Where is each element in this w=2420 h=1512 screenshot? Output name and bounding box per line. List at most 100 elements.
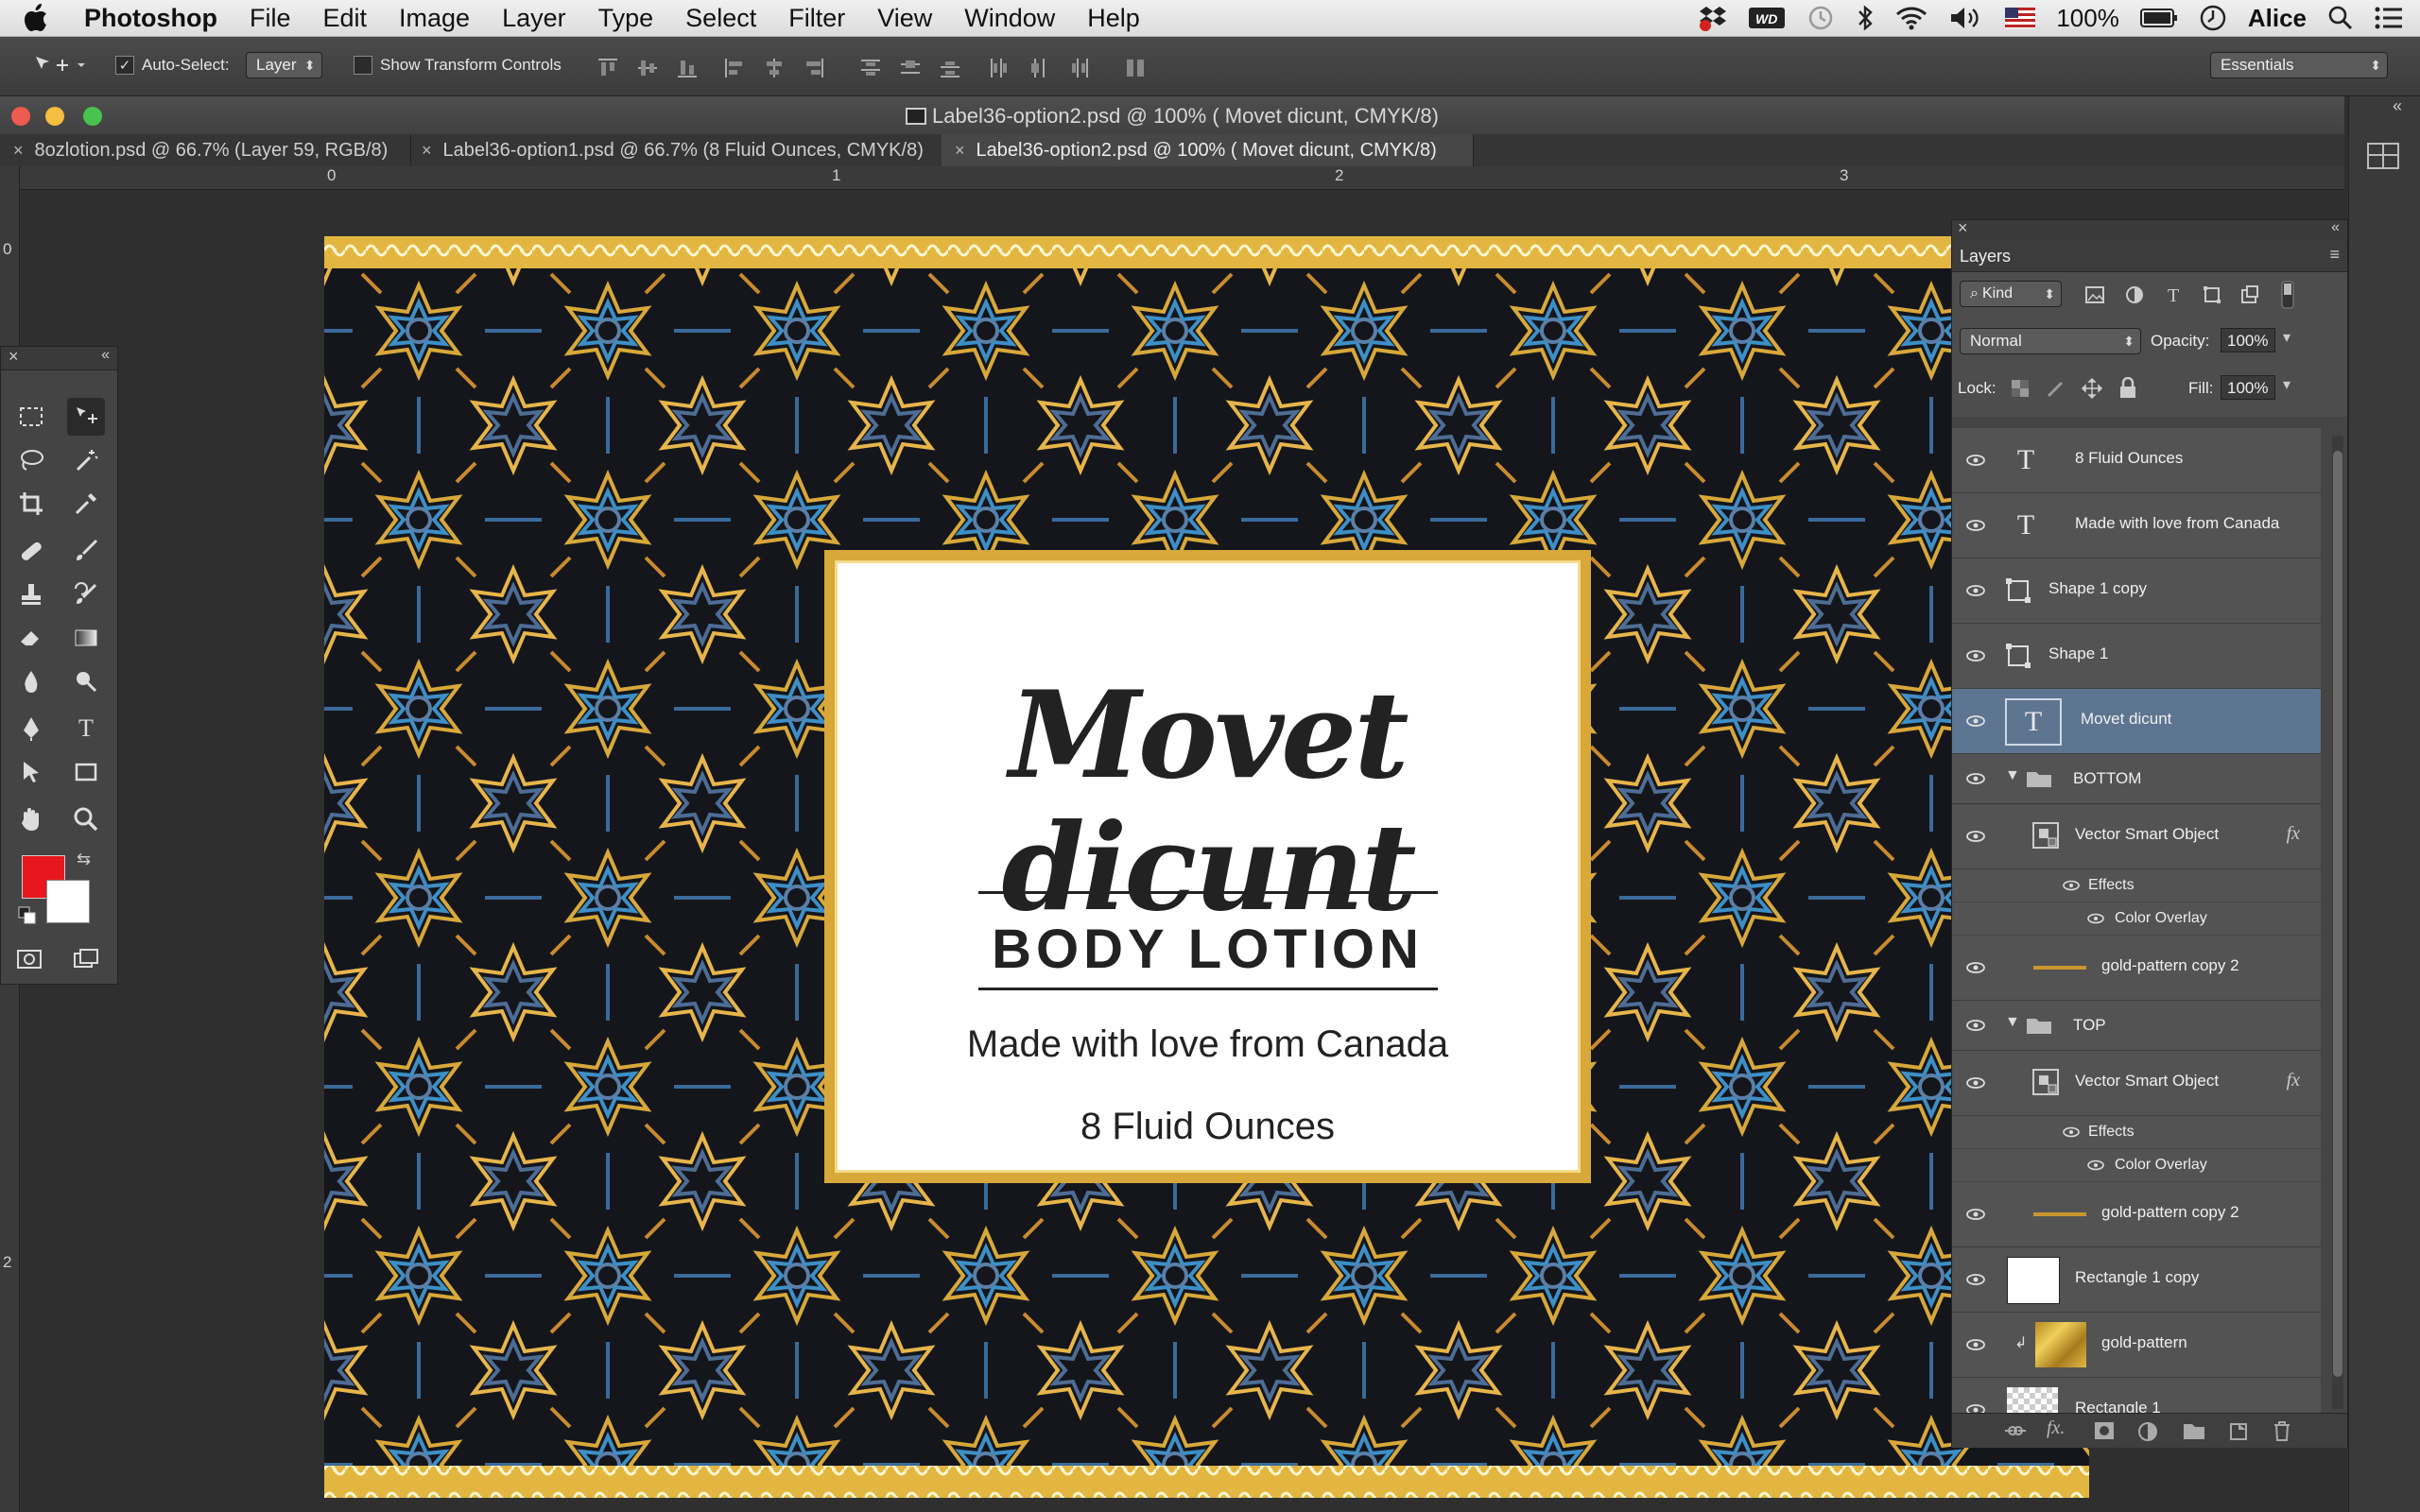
align-left-icon[interactable] bbox=[724, 58, 745, 78]
panel-icon[interactable] bbox=[2366, 142, 2400, 170]
type-tool-icon[interactable]: T bbox=[67, 710, 105, 747]
menu-layer[interactable]: Layer bbox=[486, 4, 582, 33]
lock-all-icon[interactable] bbox=[2118, 377, 2137, 400]
effects-row[interactable]: Effects bbox=[1952, 1116, 2321, 1149]
visibility-eye-icon[interactable] bbox=[1965, 712, 1986, 730]
opacity-field[interactable]: 100% bbox=[2221, 328, 2275, 352]
fill-slider-toggle-icon[interactable]: ▾ bbox=[2283, 375, 2290, 394]
bluetooth-icon[interactable] bbox=[1856, 4, 1875, 32]
layer-row-movet-dicunt[interactable]: T Movet dicunt bbox=[1952, 689, 2321, 754]
wd-drive-icon[interactable]: WD bbox=[1748, 6, 1786, 30]
layer-effects-fx-icon[interactable]: fx bbox=[2287, 1070, 2300, 1091]
menu-help[interactable]: Help bbox=[1071, 4, 1156, 33]
gradient-tool-icon[interactable] bbox=[67, 619, 105, 657]
layer-row-gold-pattern[interactable]: ↲ gold-pattern bbox=[1952, 1313, 2321, 1378]
zoom-tool-icon[interactable] bbox=[67, 800, 105, 838]
swap-colors-icon[interactable]: ⇆ bbox=[77, 850, 91, 869]
close-panel-icon[interactable]: × bbox=[9, 347, 19, 367]
collapse-panel-icon[interactable]: « bbox=[2331, 219, 2340, 236]
time-machine-icon[interactable] bbox=[1806, 4, 1835, 32]
screen-mode-icon[interactable] bbox=[67, 940, 105, 978]
lock-pixels-icon[interactable] bbox=[2047, 379, 2066, 398]
filter-shape-icon[interactable] bbox=[2202, 284, 2222, 305]
visibility-eye-icon[interactable] bbox=[1965, 827, 1986, 846]
layer-row-rectangle-1-copy[interactable]: Rectangle 1 copy bbox=[1952, 1247, 2321, 1313]
tab-8ozlotion[interactable]: × 8ozlotion.psd @ 66.7% (Layer 59, RGB/8… bbox=[0, 134, 411, 166]
visibility-eye-icon[interactable] bbox=[1965, 1335, 1986, 1354]
lasso-tool-icon[interactable] bbox=[12, 441, 50, 479]
clone-stamp-tool-icon[interactable] bbox=[12, 576, 50, 613]
path-selection-tool-icon[interactable] bbox=[12, 753, 50, 791]
layer-row-made-with-love[interactable]: T Made with love from Canada bbox=[1952, 493, 2321, 558]
distribute-left-icon[interactable] bbox=[989, 58, 1010, 78]
eyedropper-tool-icon[interactable] bbox=[67, 485, 105, 523]
show-transform-controls-checkbox[interactable]: Show Transform Controls bbox=[354, 50, 562, 80]
distribute-bottom-icon[interactable] bbox=[940, 58, 960, 78]
visibility-eye-icon[interactable] bbox=[1965, 1270, 1986, 1289]
new-adjustment-layer-icon[interactable] bbox=[2137, 1421, 2158, 1442]
layer-row-shape-1-copy[interactable]: Shape 1 copy bbox=[1952, 558, 2321, 624]
align-hcenter-icon[interactable] bbox=[764, 58, 785, 78]
magic-wand-tool-icon[interactable] bbox=[67, 441, 105, 479]
layer-row-8-fluid-ounces[interactable]: T 8 Fluid Ounces bbox=[1952, 428, 2321, 493]
layer-group-bottom[interactable]: ▼ BOTTOM bbox=[1952, 754, 2321, 804]
filter-kind-dropdown[interactable]: ⌕ Kind bbox=[1960, 281, 2062, 307]
close-panel-icon[interactable]: × bbox=[1958, 218, 1968, 238]
spotlight-icon[interactable] bbox=[2327, 5, 2354, 31]
group-expand-triangle-icon[interactable]: ▼ bbox=[2005, 1014, 2020, 1031]
align-top-icon[interactable] bbox=[597, 58, 618, 78]
layers-panel-header[interactable]: × « bbox=[1952, 218, 2347, 241]
marquee-tool-icon[interactable] bbox=[12, 398, 50, 436]
healing-brush-tool-icon[interactable] bbox=[12, 532, 50, 570]
auto-select-dropdown[interactable]: Layer bbox=[246, 52, 322, 78]
apple-icon[interactable] bbox=[17, 0, 55, 36]
history-brush-tool-icon[interactable] bbox=[67, 576, 105, 613]
layer-row-gold-pattern-copy-2-top[interactable]: gold-pattern copy 2 bbox=[1952, 1182, 2321, 1247]
layer-group-top[interactable]: ▼ TOP bbox=[1952, 1001, 2321, 1051]
visibility-eye-icon[interactable] bbox=[2062, 1124, 2081, 1141]
fill-field[interactable]: 100% bbox=[2221, 375, 2275, 400]
effects-row[interactable]: Effects bbox=[1952, 869, 2321, 902]
layer-row-gold-pattern-copy-2-bottom[interactable]: gold-pattern copy 2 bbox=[1952, 936, 2321, 1001]
add-mask-icon[interactable] bbox=[2094, 1421, 2115, 1440]
align-bottom-icon[interactable] bbox=[677, 58, 698, 78]
dodge-tool-icon[interactable] bbox=[67, 662, 105, 700]
label-card[interactable]: Movet dicunt BODY LOTION Made with love … bbox=[824, 550, 1591, 1183]
menu-edit[interactable]: Edit bbox=[307, 4, 384, 33]
volume-icon[interactable] bbox=[1948, 5, 1984, 31]
notification-center-icon[interactable] bbox=[2375, 6, 2403, 30]
quick-mask-icon[interactable] bbox=[10, 940, 48, 978]
visibility-eye-icon[interactable] bbox=[1965, 958, 1986, 977]
opacity-slider-toggle-icon[interactable]: ▾ bbox=[2283, 328, 2290, 347]
visibility-eye-icon[interactable] bbox=[1965, 646, 1986, 665]
expand-panels-icon[interactable]: « bbox=[2393, 96, 2402, 116]
visibility-eye-icon[interactable] bbox=[1965, 1016, 1986, 1035]
group-expand-triangle-icon[interactable]: ▼ bbox=[2005, 767, 2020, 784]
color-overlay-row[interactable]: Color Overlay bbox=[1952, 902, 2321, 936]
filter-adjustment-icon[interactable] bbox=[2124, 284, 2145, 305]
blur-tool-icon[interactable] bbox=[12, 662, 50, 700]
horizontal-ruler[interactable]: 0 1 2 3 bbox=[19, 166, 2344, 190]
menu-file[interactable]: File bbox=[233, 4, 307, 33]
filter-type-icon[interactable]: T bbox=[2164, 284, 2185, 305]
visibility-eye-icon[interactable] bbox=[1965, 1400, 1986, 1413]
close-tab-icon[interactable]: × bbox=[422, 141, 432, 161]
auto-select-checkbox[interactable]: ✓ Auto-Select: bbox=[115, 50, 230, 80]
visibility-eye-icon[interactable] bbox=[2086, 1157, 2105, 1174]
filter-pixel-icon[interactable] bbox=[2084, 284, 2105, 305]
background-color-swatch[interactable] bbox=[46, 880, 90, 923]
distribute-hcenter-icon[interactable] bbox=[1028, 58, 1049, 78]
visibility-eye-icon[interactable] bbox=[2062, 877, 2081, 894]
crop-tool-icon[interactable] bbox=[12, 485, 50, 523]
layer-row-rectangle-1[interactable]: Rectangle 1 bbox=[1952, 1378, 2321, 1413]
clock-icon[interactable] bbox=[2199, 4, 2227, 32]
hand-tool-icon[interactable] bbox=[12, 800, 50, 838]
layer-row-shape-1[interactable]: Shape 1 bbox=[1952, 624, 2321, 689]
layer-row-vector-smart-object-top[interactable]: Vector Smart Object fx bbox=[1952, 1051, 2321, 1116]
align-vcenter-icon[interactable] bbox=[637, 58, 658, 78]
move-tool-icon[interactable] bbox=[67, 398, 105, 436]
distribute-top-icon[interactable] bbox=[860, 58, 881, 78]
visibility-eye-icon[interactable] bbox=[1965, 451, 1986, 470]
user-name[interactable]: Alice bbox=[2248, 4, 2307, 33]
tab-label36-option2[interactable]: × Label36-option2.psd @ 100% ( Movet dic… bbox=[942, 134, 1474, 166]
